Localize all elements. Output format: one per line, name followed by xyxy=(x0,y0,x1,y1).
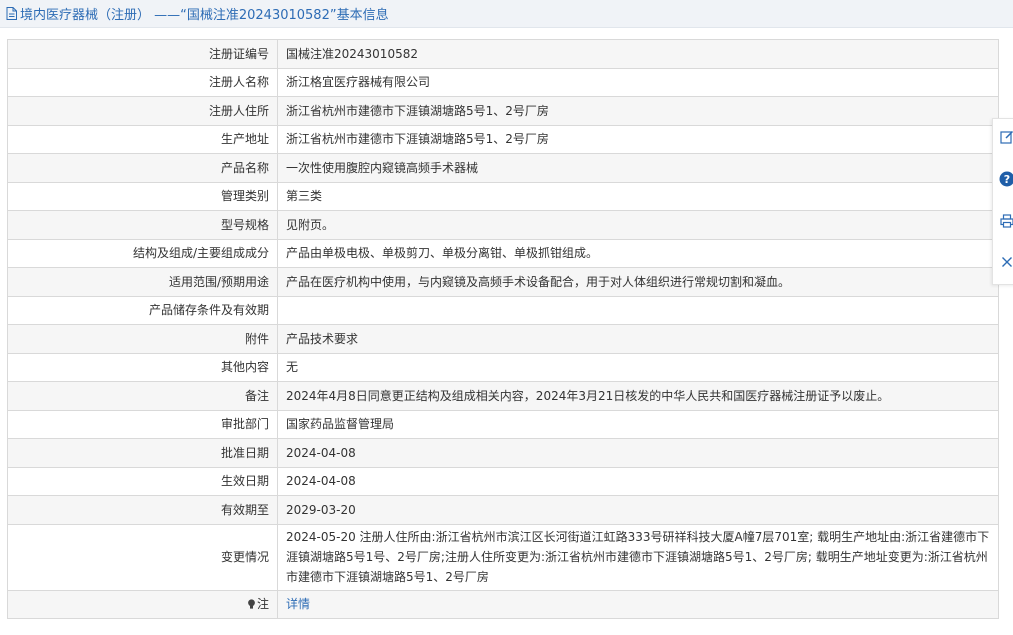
table-row: 变更情况 2024-05-20 注册人住所由:浙江省杭州市滨江区长河街道江虹路3… xyxy=(7,523,999,591)
row-value: 产品由单极电极、单极剪刀、单极分离钳、单极抓钳组成。 xyxy=(277,238,999,268)
note-row: 注 详情 xyxy=(7,589,999,619)
row-label: 注册人住所 xyxy=(7,96,278,126)
help-icon[interactable]: ? xyxy=(998,170,1013,188)
page-title: 境内医疗器械（注册） ——“国械注准20243010582”基本信息 xyxy=(20,8,389,23)
note-label: 注 xyxy=(256,597,269,612)
table-row: 备注 2024年4月8日同意更正结构及组成相关内容，2024年3月21日核发的中… xyxy=(7,381,999,411)
table-row: 管理类别 第三类 xyxy=(7,181,999,211)
row-label: 型号规格 xyxy=(7,210,278,240)
close-icon[interactable] xyxy=(998,253,1013,271)
page-header: 境内医疗器械（注册） ——“国械注准20243010582”基本信息 xyxy=(0,0,1013,28)
row-value: 见附页。 xyxy=(277,210,999,240)
row-value: 无 xyxy=(277,352,999,382)
table-row: 注册人名称 浙江格宜医疗器械有限公司 xyxy=(7,67,999,97)
row-label: 结构及组成/主要组成成分 xyxy=(7,238,278,268)
table-row: 附件 产品技术要求 xyxy=(7,324,999,354)
details-link[interactable]: 详情 xyxy=(286,597,310,611)
row-value: 2029-03-20 xyxy=(277,495,999,525)
row-value: 产品技术要求 xyxy=(277,324,999,354)
row-label: 审批部门 xyxy=(7,409,278,439)
row-value: 国械注准20243010582 xyxy=(277,39,999,69)
row-label: 注册证编号 xyxy=(7,39,278,69)
row-value: 产品在医疗机构中使用，与内窥镜及高频手术设备配合，用于对人体组织进行常规切割和凝… xyxy=(277,267,999,297)
row-label: 批准日期 xyxy=(7,438,278,468)
row-label: 产品名称 xyxy=(7,153,278,183)
edit-icon[interactable] xyxy=(998,128,1013,146)
row-value: 浙江省杭州市建德市下涯镇湖塘路5号1、2号厂房 xyxy=(277,124,999,154)
table-row: 批准日期 2024-04-08 xyxy=(7,438,999,468)
table-row: 结构及组成/主要组成成分 产品由单极电极、单极剪刀、单极分离钳、单极抓钳组成。 xyxy=(7,238,999,268)
note-value-cell: 详情 xyxy=(277,589,999,619)
row-label: 生效日期 xyxy=(7,466,278,496)
row-label: 有效期至 xyxy=(7,495,278,525)
side-toolbar: ? xyxy=(992,118,1013,285)
row-label: 变更情况 xyxy=(7,523,278,591)
bulb-icon xyxy=(247,595,256,609)
row-value: 2024-05-20 注册人住所由:浙江省杭州市滨江区长河街道江虹路333号研祥… xyxy=(277,523,999,591)
row-label: 注册人名称 xyxy=(7,67,278,97)
note-label-cell: 注 xyxy=(7,589,278,619)
info-table: 注册证编号 国械注准20243010582 注册人名称 浙江格宜医疗器械有限公司… xyxy=(7,39,999,619)
svg-text:?: ? xyxy=(1004,173,1010,186)
row-value: 2024年4月8日同意更正结构及组成相关内容，2024年3月21日核发的中华人民… xyxy=(277,381,999,411)
document-icon xyxy=(6,7,17,20)
table-row: 产品名称 一次性使用腹腔内窥镜高频手术器械 xyxy=(7,153,999,183)
table-row: 注册人住所 浙江省杭州市建德市下涯镇湖塘路5号1、2号厂房 xyxy=(7,96,999,126)
row-label: 产品储存条件及有效期 xyxy=(7,295,278,325)
row-label: 备注 xyxy=(7,381,278,411)
row-value: 国家药品监督管理局 xyxy=(277,409,999,439)
row-value: 第三类 xyxy=(277,181,999,211)
table-row: 产品储存条件及有效期 xyxy=(7,295,999,325)
row-value: 浙江省杭州市建德市下涯镇湖塘路5号1、2号厂房 xyxy=(277,96,999,126)
table-row: 适用范围/预期用途 产品在医疗机构中使用，与内窥镜及高频手术设备配合，用于对人体… xyxy=(7,267,999,297)
row-label: 适用范围/预期用途 xyxy=(7,267,278,297)
row-label: 其他内容 xyxy=(7,352,278,382)
row-value xyxy=(277,295,999,325)
row-value: 一次性使用腹腔内窥镜高频手术器械 xyxy=(277,153,999,183)
table-row: 有效期至 2029-03-20 xyxy=(7,495,999,525)
row-label: 生产地址 xyxy=(7,124,278,154)
table-row: 审批部门 国家药品监督管理局 xyxy=(7,409,999,439)
print-icon[interactable] xyxy=(998,212,1013,230)
row-value: 2024-04-08 xyxy=(277,466,999,496)
row-value: 浙江格宜医疗器械有限公司 xyxy=(277,67,999,97)
table-row: 生产地址 浙江省杭州市建德市下涯镇湖塘路5号1、2号厂房 xyxy=(7,124,999,154)
table-row: 其他内容 无 xyxy=(7,352,999,382)
table-row: 生效日期 2024-04-08 xyxy=(7,466,999,496)
row-label: 管理类别 xyxy=(7,181,278,211)
table-row: 型号规格 见附页。 xyxy=(7,210,999,240)
table-row: 注册证编号 国械注准20243010582 xyxy=(7,39,999,69)
row-label: 附件 xyxy=(7,324,278,354)
row-value: 2024-04-08 xyxy=(277,438,999,468)
